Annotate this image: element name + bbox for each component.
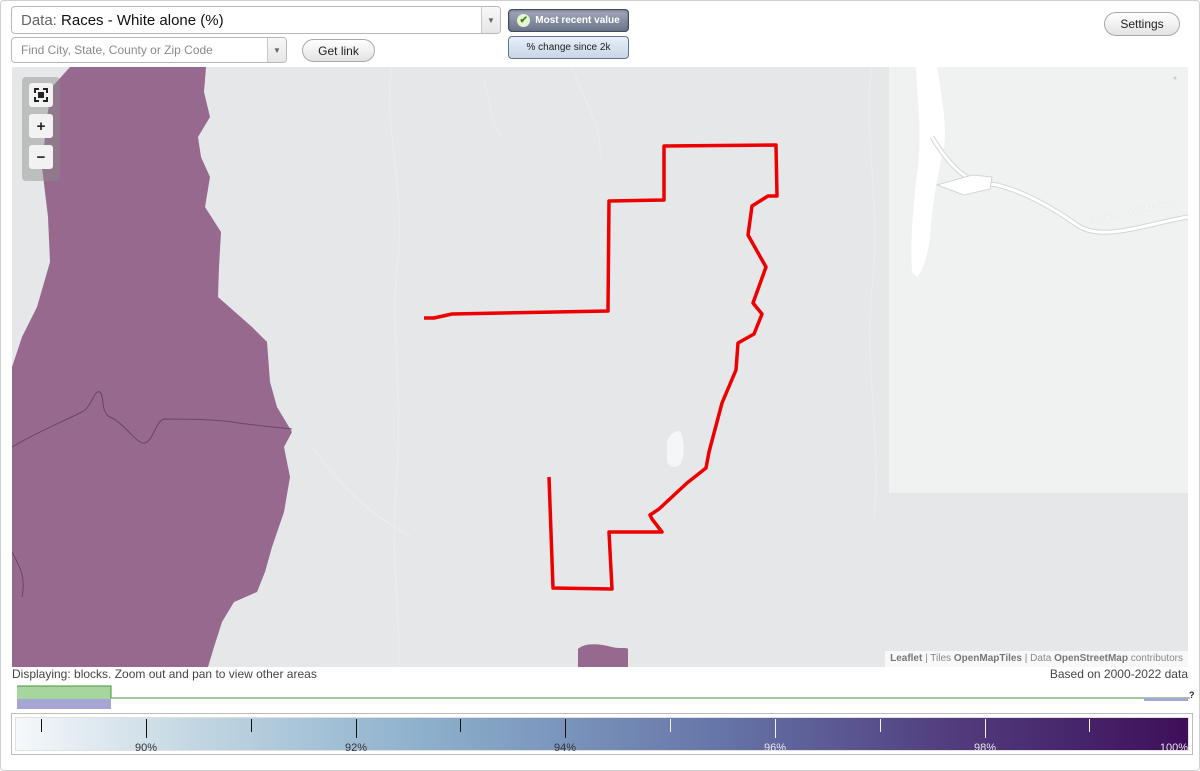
terrain-lines [311,67,877,667]
get-link-button[interactable]: Get link [302,39,375,62]
openstreetmap-link[interactable]: OpenStreetMap [1054,653,1128,664]
zoom-in-button[interactable]: + [29,114,53,138]
data-select-value: Races - White alone (%) [61,11,224,29]
histogram-bar [17,699,111,709]
settings-button[interactable]: Settings [1104,12,1180,36]
data-select[interactable]: Data: Races - White alone (%) ▼ [11,6,501,34]
legend-label: 90% [134,742,158,754]
legend-tick [775,719,776,738]
histogram-help[interactable]: ? [1189,690,1195,700]
legend-tick [146,719,147,738]
attribution-tail: contributors [1127,653,1183,664]
map-view[interactable]: SILVER THREAD SCE + − Leaflet | Tiles Op… [12,67,1188,667]
histogram-bar [17,686,111,699]
legend-label: 100% [1159,742,1188,754]
color-legend: 90% 92% 94% 96% 98% 100% [11,713,1193,755]
zoom-control: + − [22,77,60,181]
fullscreen-icon[interactable] [29,83,53,107]
chevron-down-icon[interactable]: ▼ [267,38,286,62]
legend-tick [880,719,881,732]
legend-tick [460,719,461,732]
zoom-out-button[interactable]: − [29,145,53,169]
check-icon: ✔ [517,14,531,27]
percent-change-button[interactable]: % change since 2k [508,36,629,59]
legend-tick [251,719,252,732]
census-block[interactable] [578,644,628,667]
legend-tick [41,719,42,732]
histogram-bar [1144,698,1188,701]
histogram-line [17,685,1190,699]
chevron-down-icon[interactable]: ▼ [481,7,500,33]
data-select-text: Data: Races - White alone (%) [12,12,481,29]
pond [666,431,684,467]
legend-label: 98% [973,742,997,754]
legend-gradient: 90% 92% 94% 96% 98% 100% [15,717,1189,754]
place-search-select[interactable]: ▼ [11,37,287,63]
most-recent-value-button[interactable]: ✔ Most recent value [508,9,629,32]
place-boundary [424,143,779,591]
map-dot [1173,76,1177,80]
place-search-input[interactable] [12,38,267,62]
legend-label: 92% [344,742,368,754]
value-histogram [17,685,1190,709]
legend-tick [1089,719,1090,732]
legend-tick [670,719,671,732]
legend-tick [985,719,986,738]
most-recent-value-label: Most recent value [535,15,620,26]
attribution-sep-data: | Data [1022,653,1055,664]
displaying-status: Displaying: blocks. Zoom out and pan to … [12,667,317,681]
legend-label: 94% [553,742,577,754]
openmaptiles-link[interactable]: OpenMapTiles [954,653,1022,664]
legend-tick [565,719,566,738]
map-canvas[interactable] [12,67,1188,667]
legend-tick [356,719,357,738]
data-range-status: Based on 2000-2022 data [1049,667,1188,681]
legend-label: 96% [763,742,787,754]
attribution-sep-tiles: | Tiles [922,653,954,664]
leaflet-link[interactable]: Leaflet [890,653,922,664]
data-select-label: Data: [21,11,57,29]
map-attribution: Leaflet | Tiles OpenMapTiles | Data Open… [885,651,1188,667]
